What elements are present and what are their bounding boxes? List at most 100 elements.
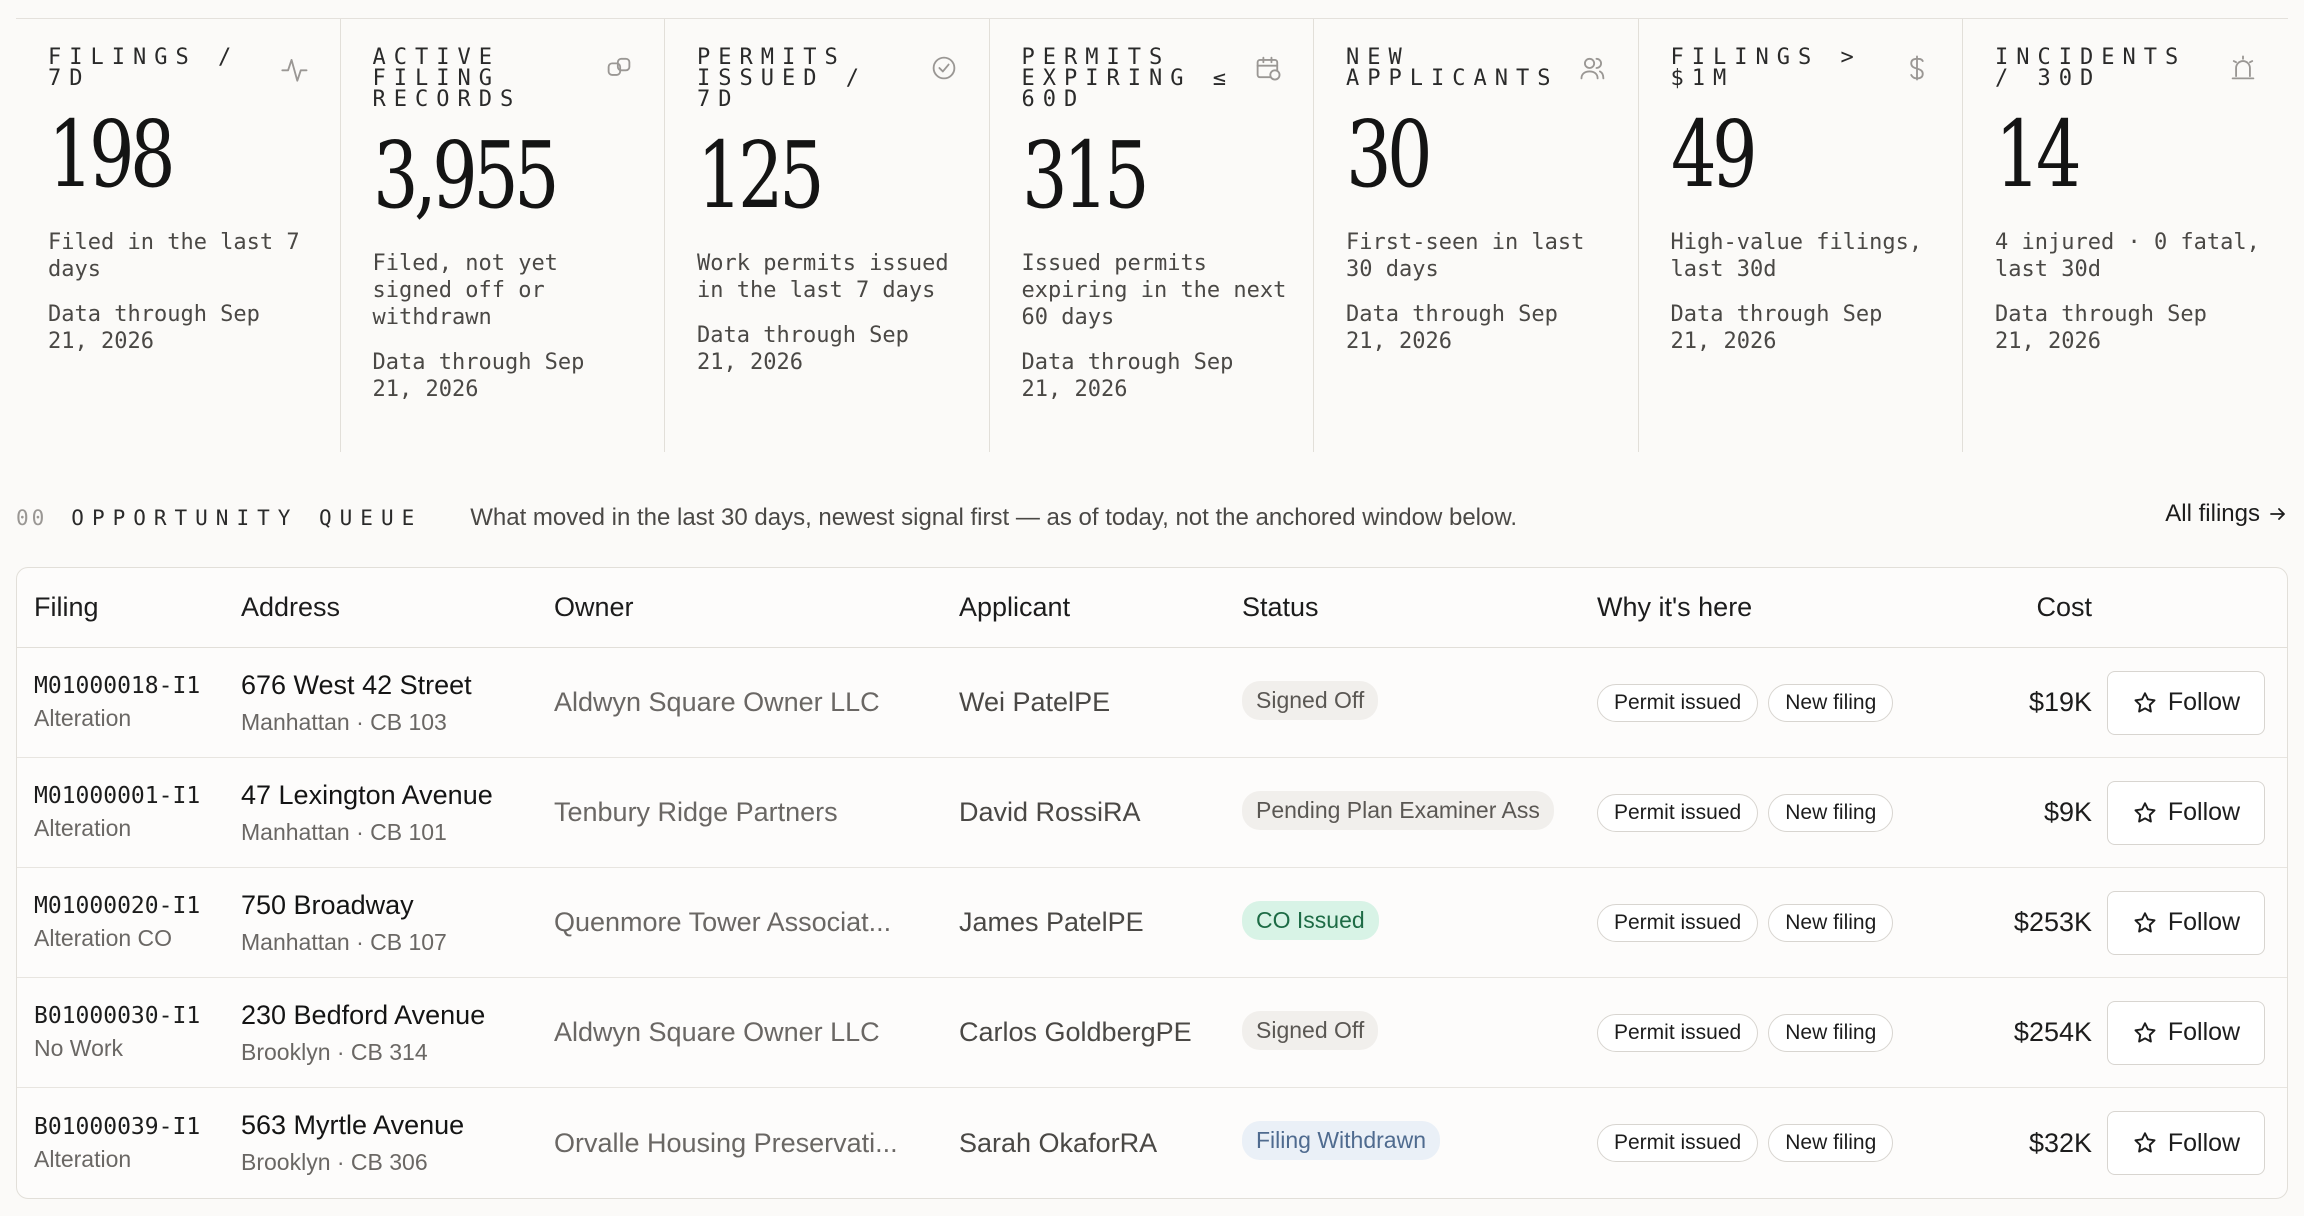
queue-header: 00 OPPORTUNITY QUEUE What moved in the l…: [16, 500, 2288, 536]
table-row[interactable]: B01000030-I1 No Work 230 Bedford Avenue …: [17, 978, 2287, 1088]
filing-type: Alteration: [34, 705, 132, 731]
owner-name[interactable]: Orvalle Housing Preservati...: [554, 1128, 934, 1159]
follow-cell: Follow: [2092, 780, 2269, 845]
header-address[interactable]: Address: [241, 592, 554, 623]
all-filings-link[interactable]: All filings: [2165, 500, 2288, 528]
applicant-role: PE: [1074, 687, 1111, 717]
follow-label: Follow: [2167, 908, 2241, 936]
applicant-cell: Wei PatelPE: [959, 687, 1242, 718]
check-circle-icon: [932, 56, 955, 80]
follow-button[interactable]: Follow: [2107, 1111, 2265, 1175]
filing-id[interactable]: M01000020-I1: [34, 893, 241, 919]
kpi-description: 4 injured · 0 fatal, last 30d: [1995, 230, 2260, 282]
opportunity-table: Filing Address Owner Applicant Status Wh…: [16, 567, 2288, 1199]
table-row[interactable]: B01000039-I1 Alteration 563 Myrtle Avenu…: [17, 1088, 2287, 1198]
status-cell: Signed Off: [1242, 680, 1597, 725]
filing-type: Alteration: [34, 815, 132, 841]
status-cell: CO Issued: [1242, 900, 1597, 945]
cost-value: $9K: [2043, 797, 2092, 827]
kpi-data-through: Data through Sep 21, 2026: [1670, 302, 1883, 354]
follow-cell: Follow: [2092, 890, 2269, 955]
kpi-description: Issued permits expiring in the next 60 d…: [1021, 251, 1287, 330]
applicant-name[interactable]: David Rossi: [959, 797, 1103, 827]
applicant-name[interactable]: James Patel: [959, 907, 1108, 937]
applicant-name[interactable]: Sarah Okafor: [959, 1128, 1120, 1158]
follow-label: Follow: [2167, 1128, 2241, 1157]
table-row[interactable]: M01000018-I1 Alteration 676 West 42 Stre…: [17, 648, 2287, 758]
follow-cell: Follow: [2092, 1111, 2269, 1175]
applicant-cell: Sarah OkaforRA: [959, 1128, 1242, 1159]
owner-name[interactable]: Aldwyn Square Owner LLC: [554, 1017, 934, 1048]
filing-id[interactable]: B01000030-I1: [34, 1003, 241, 1029]
address-cell: 230 Bedford Avenue Brooklyn · CB 314: [241, 1000, 554, 1066]
kpi-data-through: Data through Sep 21, 2026: [372, 350, 585, 402]
header-applicant[interactable]: Applicant: [959, 592, 1242, 623]
cost-value: $19K: [2028, 687, 2092, 717]
kpi-label: Filings > $1M: [1670, 45, 1862, 91]
link-icon: [607, 57, 631, 76]
reason-chip: Permit issued: [1597, 683, 1759, 722]
reason-chip: New filing: [1768, 1013, 1894, 1052]
filing-cell: M01000001-I1 Alteration: [17, 783, 241, 842]
kpi-description: Filed in the last 7 days: [48, 230, 300, 282]
queue-number: 00: [16, 506, 48, 530]
follow-label: Follow: [2167, 1018, 2241, 1046]
header-cost[interactable]: Cost: [1932, 592, 2092, 623]
header-owner[interactable]: Owner: [554, 592, 959, 623]
header-status[interactable]: Status: [1242, 592, 1597, 623]
filing-id[interactable]: M01000018-I1: [34, 673, 241, 699]
kpi-card: Active filing records 3,955 Filed, not y…: [341, 19, 665, 452]
address-street[interactable]: 676 West 42 Street: [241, 670, 554, 701]
owner-name[interactable]: Aldwyn Square Owner LLC: [554, 687, 934, 718]
kpi-card: New applicants 30 First-seen in last 30 …: [1314, 19, 1639, 452]
address-area: Manhattan · CB 103: [241, 708, 447, 735]
kpi-data-through: Data through Sep 21, 2026: [1346, 302, 1558, 354]
owner-cell: Aldwyn Square Owner LLC: [554, 1017, 959, 1048]
cost-cell: $32K: [1932, 1128, 2092, 1159]
kpi-description: First-seen in last 30 days: [1346, 230, 1585, 282]
address-street[interactable]: 47 Lexington Avenue: [241, 780, 554, 811]
cost-cell: $19K: [1932, 687, 2092, 718]
address-street[interactable]: 563 Myrtle Avenue: [241, 1110, 554, 1141]
table-row[interactable]: M01000001-I1 Alteration 47 Lexington Ave…: [17, 758, 2287, 868]
applicant-cell: Carlos GoldbergPE: [959, 1017, 1242, 1048]
why-cell: Permit issued New filing: [1597, 903, 1932, 942]
reason-chip: New filing: [1768, 793, 1894, 832]
kpi-value: 315: [1021, 122, 1150, 229]
owner-cell: Orvalle Housing Preservati...: [554, 1128, 959, 1159]
owner-cell: Quenmore Tower Associat...: [554, 907, 959, 938]
table-row[interactable]: M01000020-I1 Alteration CO 750 Broadway …: [17, 868, 2287, 978]
applicant-role: RA: [1119, 1127, 1158, 1158]
applicant-name[interactable]: Wei Patel: [959, 687, 1074, 717]
address-cell: 47 Lexington Avenue Manhattan · CB 101: [241, 780, 554, 846]
cost-cell: $253K: [1932, 907, 2092, 938]
applicant-name[interactable]: Carlos Goldberg: [959, 1017, 1156, 1047]
header-why[interactable]: Why it's here: [1597, 592, 1932, 623]
owner-name[interactable]: Quenmore Tower Associat...: [554, 907, 934, 938]
why-cell: Permit issued New filing: [1597, 1124, 1932, 1162]
follow-button[interactable]: Follow: [2107, 780, 2265, 845]
kpi-label: Filings / 7D: [48, 45, 240, 91]
follow-cell: Follow: [2092, 670, 2269, 735]
filing-id[interactable]: M01000001-I1: [34, 783, 241, 809]
filing-id[interactable]: B01000039-I1: [34, 1114, 241, 1140]
reason-chip: New filing: [1768, 903, 1894, 942]
reason-chip: Permit issued: [1597, 1124, 1759, 1162]
header-filing[interactable]: Filing: [17, 592, 241, 623]
status-badge: CO Issued: [1242, 900, 1379, 940]
kpi-card: Incidents / 30D 14 4 injured · 0 fatal, …: [1963, 19, 2288, 452]
follow-button[interactable]: Follow: [2107, 670, 2265, 735]
follow-button[interactable]: Follow: [2107, 1000, 2265, 1065]
address-street[interactable]: 230 Bedford Avenue: [241, 1000, 554, 1031]
kpi-label: Permits issued / 7D: [697, 45, 867, 112]
cost-value: $254K: [2013, 1017, 2092, 1047]
owner-name[interactable]: Tenbury Ridge Partners: [554, 797, 934, 828]
address-cell: 563 Myrtle Avenue Brooklyn · CB 306: [241, 1110, 554, 1176]
status-badge: Signed Off: [1242, 680, 1379, 720]
address-street[interactable]: 750 Broadway: [241, 890, 554, 921]
cost-cell: $9K: [1932, 797, 2092, 828]
reason-chip: Permit issued: [1597, 793, 1759, 832]
status-badge: Signed Off: [1242, 1010, 1379, 1050]
follow-button[interactable]: Follow: [2107, 890, 2265, 955]
follow-label: Follow: [2167, 798, 2241, 826]
